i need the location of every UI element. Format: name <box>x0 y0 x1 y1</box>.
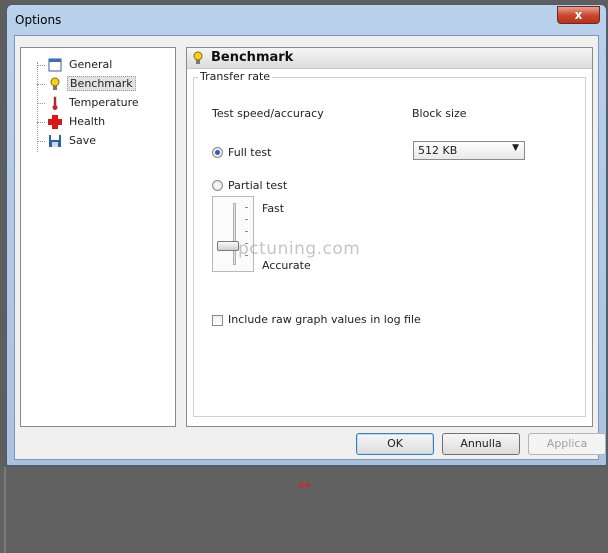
slider-tick <box>245 219 248 220</box>
partial-test-radio[interactable] <box>212 180 223 191</box>
dialog-client: General Benchmark Temperature Health Sav <box>14 35 606 460</box>
raw-graph-checkbox[interactable] <box>212 315 223 326</box>
tree-item-label: Temperature <box>69 96 139 109</box>
frame-edge <box>4 467 6 553</box>
thermometer-icon <box>52 96 58 110</box>
tree-item-label: Benchmark <box>67 76 136 91</box>
settings-panel: Benchmark Transfer rate Test speed/accur… <box>186 47 593 427</box>
panel-header: Benchmark <box>187 48 592 69</box>
transfer-rate-group: Transfer rate Test speed/accuracy Block … <box>193 70 586 417</box>
tree-connector <box>37 84 45 85</box>
apply-button[interactable]: Applica <box>528 433 606 455</box>
tree-connector <box>37 65 45 66</box>
watermark-text: pctuning.com <box>238 239 361 259</box>
ok-button[interactable]: OK <box>356 433 434 455</box>
slider-track <box>233 203 236 265</box>
slider-tick <box>245 207 248 208</box>
floppy-disk-icon <box>49 135 61 147</box>
block-size-select[interactable]: 512 KB ▼ <box>413 141 525 160</box>
fast-label: Fast <box>262 202 285 215</box>
speed-slider[interactable] <box>212 196 254 272</box>
tree-connector <box>37 122 45 123</box>
tree-connector <box>37 141 45 142</box>
cancel-button[interactable]: Annulla <box>442 433 520 455</box>
bulb-icon <box>50 77 60 90</box>
window-title: Options <box>15 13 62 27</box>
title-bar[interactable]: Options x <box>7 5 606 35</box>
tree-item-label: General <box>69 58 113 71</box>
tree-line <box>37 62 38 152</box>
dropdown-arrow-icon: ▼ <box>512 143 519 153</box>
tree-item-label: Save <box>69 134 97 147</box>
panel-title: Benchmark <box>211 50 294 65</box>
partial-test-label[interactable]: Partial test <box>228 179 287 192</box>
options-dialog: Options x General Benchmark Temperature <box>6 4 607 466</box>
tree-connector <box>37 103 45 104</box>
tree-item-label: Health <box>69 115 106 128</box>
block-size-label: Block size <box>412 107 467 120</box>
raw-graph-label[interactable]: Include raw graph values in log file <box>228 313 421 326</box>
accurate-label: Accurate <box>262 259 311 272</box>
close-button[interactable]: x <box>557 6 600 24</box>
slider-tick <box>245 231 248 232</box>
window-icon <box>48 58 62 72</box>
block-size-value: 512 KB <box>418 144 458 157</box>
category-tree: General Benchmark Temperature Health Sav <box>20 47 176 427</box>
bulb-icon <box>193 51 203 64</box>
speed-accuracy-label: Test speed/accuracy <box>212 107 324 120</box>
health-cross-icon <box>48 115 62 129</box>
full-test-radio[interactable] <box>212 147 223 158</box>
full-test-label[interactable]: Full test <box>228 146 271 159</box>
resize-arrow-icon: ↔ <box>298 476 311 494</box>
slider-thumb[interactable] <box>217 241 239 251</box>
group-label: Transfer rate <box>198 70 273 83</box>
